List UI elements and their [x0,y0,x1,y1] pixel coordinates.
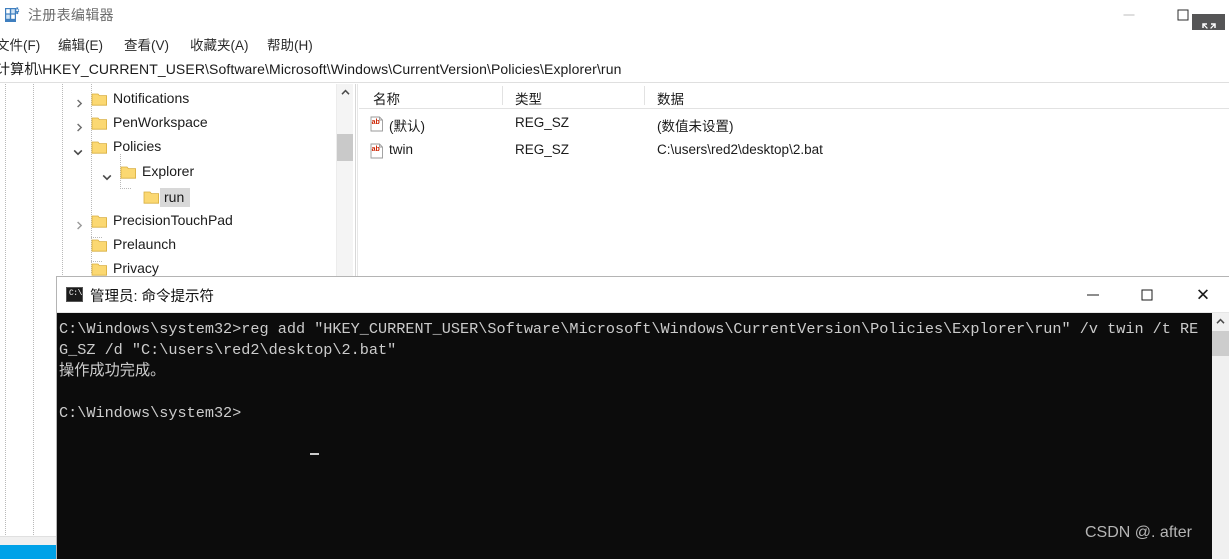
console-text: C:\Windows\system32>reg add "HKEY_CURREN… [59,320,1199,422]
folder-icon [91,238,108,252]
folder-icon [91,92,108,106]
folder-icon [120,165,137,179]
command-prompt-title: 管理员: 命令提示符 [90,289,215,305]
chevron-up-icon [340,89,350,95]
scroll-up-button[interactable] [1212,313,1229,330]
minimize-button[interactable] [1106,0,1152,30]
values-column-header: 名称 类型 数据 [359,84,1229,109]
tree-item-label: Prelaunch [113,236,177,252]
value-type: REG_SZ [515,142,570,157]
maximize-button[interactable] [1124,277,1170,312]
command-prompt-icon-text: C:\ [69,289,82,298]
tree-item-label: Policies [113,138,162,154]
close-button[interactable]: ✕ [1180,277,1226,312]
value-data: (数值未设置) [657,119,734,134]
chevron-right-icon[interactable] [72,218,86,232]
tree-guide-line [5,84,6,536]
column-divider[interactable] [502,86,503,105]
column-header-data[interactable]: 数据 [657,88,684,108]
console-scrollbar[interactable] [1212,313,1229,559]
command-prompt-window: C:\ 管理员: 命令提示符 ✕ C:\Windows\system32>reg… [57,277,1229,559]
menu-edit[interactable]: 编辑(E) [56,33,105,55]
menu-help[interactable]: 帮助(H) [265,33,315,55]
tree-item-label: Notifications [113,90,190,106]
address-path-text: 计算机\HKEY_CURRENT_USER\Software\Microsoft… [0,61,622,77]
value-row[interactable]: ab twin REG_SZ C:\users\red2\desktop\2.b… [359,139,1229,163]
tree-guide-line [33,84,34,536]
tree-item-label: run [160,188,191,207]
folder-icon [91,262,108,276]
menu-view[interactable]: 查看(V) [122,33,171,55]
menu-bar: 文件(F) 编辑(E) 查看(V) 收藏夹(A) 帮助(H) [0,30,1229,55]
value-type: REG_SZ [515,115,570,130]
folder-icon [143,190,160,204]
tree-guide-line [120,188,131,189]
value-name: (默认) [389,119,425,134]
command-prompt-titlebar[interactable]: C:\ 管理员: 命令提示符 ✕ [57,277,1229,313]
registry-editor-title: 注册表编辑器 [28,7,114,23]
registry-editor-icon [5,7,20,22]
folder-icon [91,140,108,154]
chevron-right-icon[interactable] [72,120,86,134]
value-name: twin [389,142,414,157]
chevron-up-icon [1216,318,1225,324]
tree-item-label: Privacy [113,260,159,276]
folder-icon [91,214,108,228]
chevron-down-icon[interactable] [100,170,114,184]
text-cursor [310,453,319,455]
chevron-right-icon[interactable] [72,96,86,110]
command-prompt-icon: C:\ [66,287,83,302]
chevron-down-icon[interactable] [71,145,85,159]
column-header-name[interactable]: 名称 [373,88,400,108]
watermark: CSDN @. after [1085,524,1192,541]
column-header-type[interactable]: 类型 [515,88,542,108]
address-bar[interactable]: 计算机\HKEY_CURRENT_USER\Software\Microsoft… [0,55,1229,83]
value-data: C:\users\red2\desktop\2.bat [657,142,823,157]
command-prompt-output-area[interactable]: C:\Windows\system32>reg add "HKEY_CURREN… [57,313,1229,559]
registry-editor-titlebar[interactable]: 注册表编辑器 [0,0,1229,46]
tree-item-label: PenWorkspace [113,114,208,130]
svg-text:ab: ab [372,146,380,153]
string-value-icon: ab [369,143,385,159]
scrollbar-thumb[interactable] [337,134,353,161]
menu-file[interactable]: 文件(F) [0,33,42,55]
string-value-icon: ab [369,116,385,132]
tree-item-label: Explorer [142,163,195,179]
menu-favorites[interactable]: 收藏夹(A) [188,33,251,55]
scroll-up-button[interactable] [337,84,353,101]
scrollbar-thumb[interactable] [1212,331,1229,356]
minimize-button[interactable] [1070,277,1116,312]
svg-text:ab: ab [372,119,380,126]
column-divider[interactable] [644,86,645,105]
value-row[interactable]: ab (默认) REG_SZ (数值未设置) [359,112,1229,136]
tree-item-label: PrecisionTouchPad [113,212,233,228]
folder-icon [91,116,108,130]
